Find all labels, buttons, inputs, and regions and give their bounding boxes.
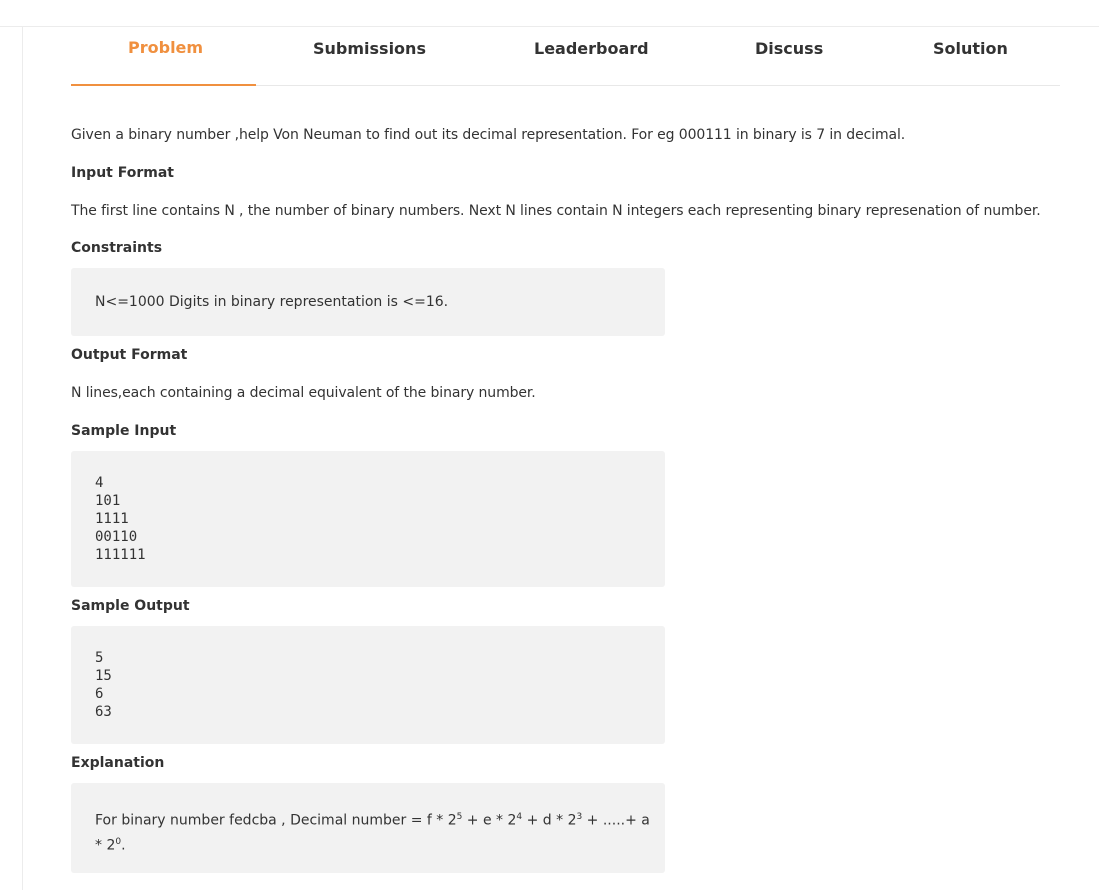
sample-output-box: 5 15 6 63 (71, 626, 665, 744)
output-format-heading: Output Format (71, 347, 188, 363)
sample-output-line: 6 (95, 686, 104, 702)
sample-input-code: 4 101 1111 00110 111111 (95, 474, 146, 564)
sample-input-line: 111111 (95, 547, 146, 563)
tab-problem-label: Problem (128, 38, 204, 57)
sample-output-line: 5 (95, 650, 104, 666)
output-format-text: N lines,each containing a decimal equiva… (71, 385, 536, 401)
tab-problem[interactable]: Problem (71, 27, 256, 86)
tab-submissions[interactable]: Submissions (281, 27, 451, 85)
tab-discuss[interactable]: Discuss (721, 27, 851, 85)
explanation-line-1: For binary number fedcba , Decimal numbe… (95, 812, 650, 829)
sample-input-line: 4 (95, 475, 104, 491)
sample-input-box: 4 101 1111 00110 111111 (71, 451, 665, 587)
explanation-box: For binary number fedcba , Decimal numbe… (71, 783, 665, 873)
explanation-heading: Explanation (71, 755, 165, 771)
sample-input-line: 00110 (95, 529, 138, 545)
explanation-line-2: * 20. (95, 836, 126, 854)
constraints-box: N<=1000 Digits in binary representation … (71, 268, 665, 336)
sample-input-line: 101 (95, 493, 121, 509)
sample-output-line: 15 (95, 668, 112, 684)
sample-input-heading: Sample Input (71, 423, 177, 439)
tab-discuss-label: Discuss (755, 39, 824, 58)
sample-input-line: 1111 (95, 511, 129, 527)
sample-output-code: 5 15 6 63 (95, 649, 112, 721)
tab-leaderboard-label: Leaderboard (534, 39, 649, 58)
input-format-heading: Input Format (71, 165, 174, 181)
tab-leaderboard[interactable]: Leaderboard (501, 27, 671, 85)
left-divider (22, 27, 23, 890)
sample-output-line: 63 (95, 704, 112, 720)
explanation-text: For binary number fedcba , Decimal numbe… (95, 807, 650, 856)
tab-submissions-label: Submissions (313, 39, 426, 58)
constraints-heading: Constraints (71, 240, 163, 256)
problem-statement: Given a binary number ,help Von Neuman t… (71, 127, 906, 143)
tab-solution[interactable]: Solution (901, 27, 1041, 85)
input-format-text: The first line contains N , the number o… (71, 203, 1041, 219)
constraints-text: N<=1000 Digits in binary representation … (95, 294, 449, 310)
sample-output-heading: Sample Output (71, 598, 190, 614)
tab-solution-label: Solution (933, 39, 1008, 58)
problem-tabs: Problem Submissions Leaderboard Discuss … (71, 27, 1060, 86)
